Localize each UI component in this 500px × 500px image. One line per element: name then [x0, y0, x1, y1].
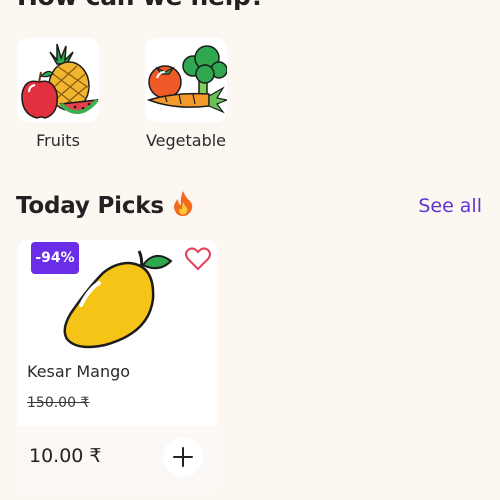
product-name: Kesar Mango — [27, 362, 131, 381]
vegetables-icon — [146, 45, 227, 114]
category-label: Fruits — [36, 131, 80, 150]
category-tile[interactable] — [145, 38, 227, 122]
plus-icon — [173, 447, 193, 467]
category-label: Vegetable — [145, 131, 227, 150]
category-vegetable[interactable]: Vegetable — [144, 38, 228, 150]
fruits-icon — [21, 43, 99, 119]
category-tile[interactable] — [17, 38, 99, 122]
card-footer: 10.00 ₹ — [17, 426, 217, 492]
page-title: How can we help? — [17, 0, 265, 11]
section-title-text: Today Picks — [16, 193, 164, 219]
category-fruits[interactable]: Fruits — [16, 38, 100, 150]
product-card[interactable]: -94% Kesar Mango 150.00 ₹ 10.00 ₹ — [17, 240, 217, 492]
see-all-link[interactable]: See all — [418, 195, 482, 217]
price: 10.00 ₹ — [29, 445, 102, 467]
section-title: Today Picks — [16, 190, 194, 222]
fire-icon — [172, 190, 194, 222]
mango-icon — [59, 243, 191, 359]
add-to-cart-button[interactable] — [163, 437, 203, 477]
old-price: 150.00 ₹ — [27, 395, 90, 411]
